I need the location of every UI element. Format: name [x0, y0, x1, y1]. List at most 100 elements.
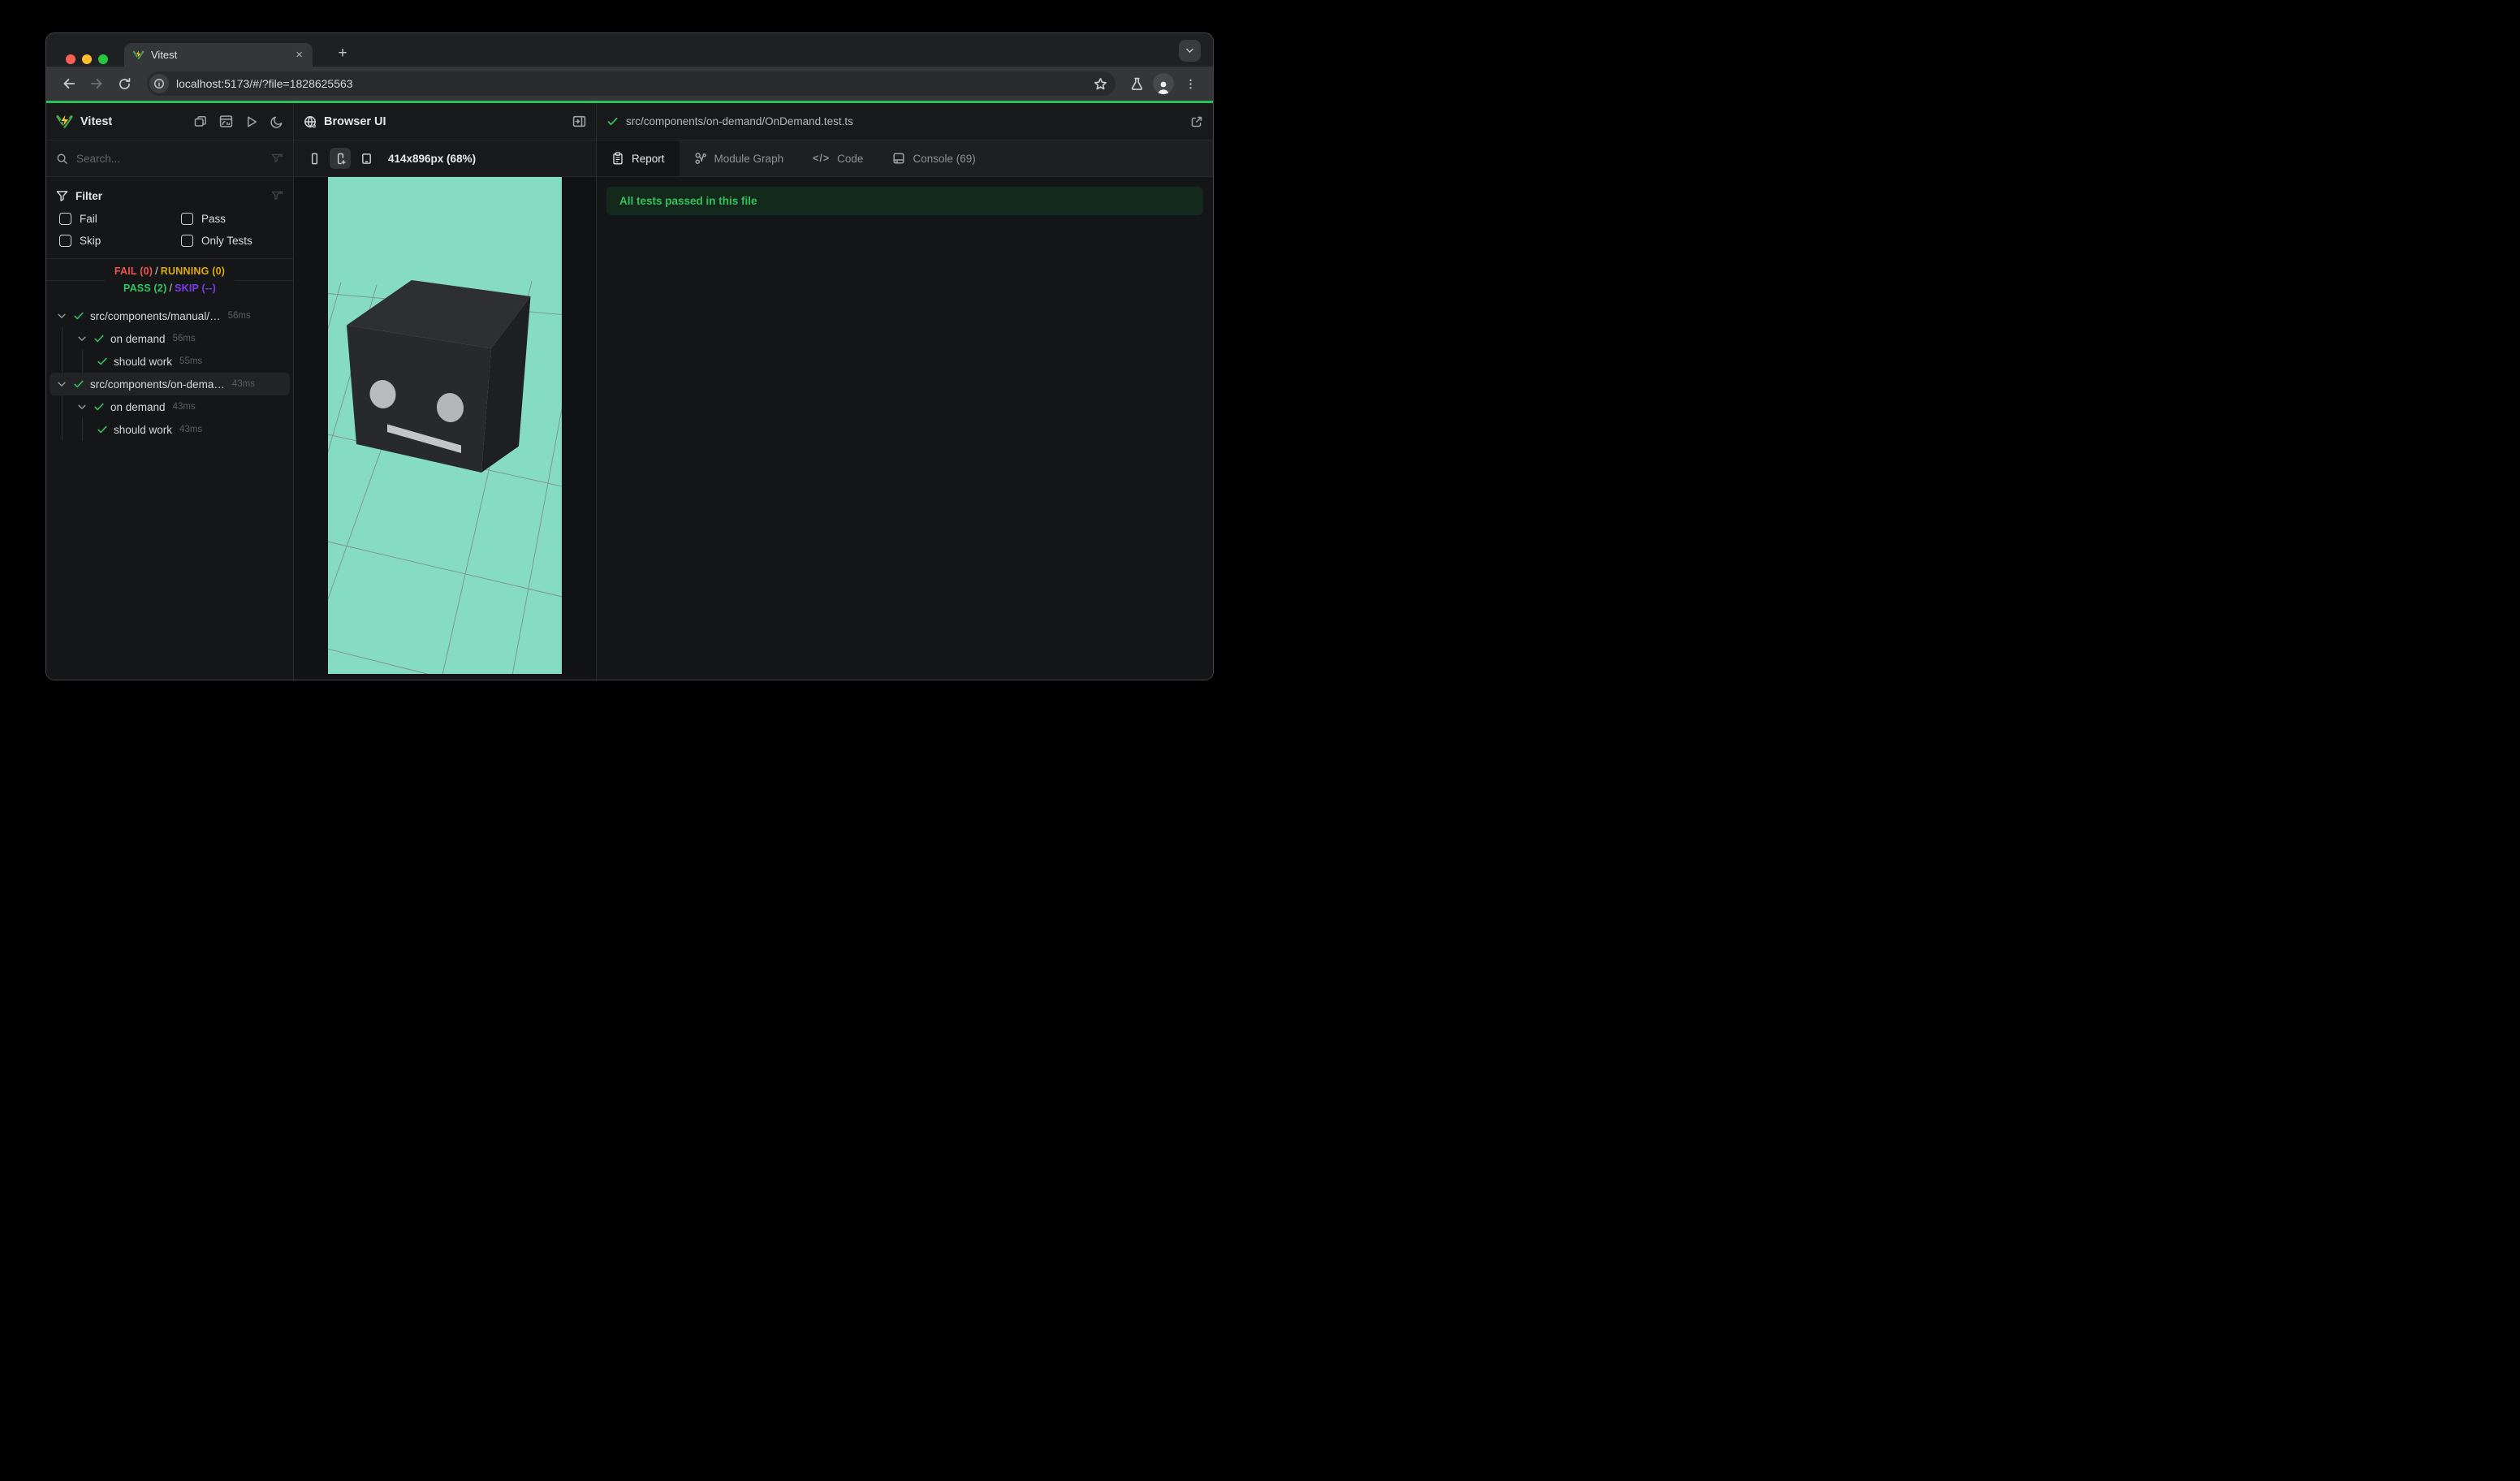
vitest-favicon	[132, 49, 145, 59]
tree-item-file-selected[interactable]: src/components/on-dema… 43ms	[50, 373, 290, 395]
experiments-button[interactable]	[1125, 72, 1148, 95]
external-link-icon	[1191, 116, 1202, 127]
flask-icon	[1131, 77, 1142, 90]
browser-ui-header: Browser UI	[294, 103, 596, 140]
report-panel: src/components/on-demand/OnDemand.test.t…	[597, 103, 1213, 680]
collapse-panels-button[interactable]	[194, 115, 207, 128]
filter-title: Filter	[76, 189, 103, 202]
pass-count: PASS (2)	[123, 283, 167, 294]
chevron-down-icon[interactable]	[56, 378, 67, 390]
clear-filter-icon[interactable]	[271, 190, 283, 202]
report-content: All tests passed in this file	[597, 177, 1213, 225]
panel-right-icon	[572, 115, 586, 127]
viewport-phone-button-active[interactable]	[330, 148, 351, 169]
tab-search-button[interactable]	[1179, 40, 1201, 62]
browser-tab-vitest[interactable]: Vitest ×	[124, 43, 313, 67]
search-bar[interactable]: Search...	[46, 140, 293, 177]
new-tab-button[interactable]: +	[332, 43, 353, 64]
clipboard-icon	[613, 152, 623, 165]
dock-panel-button[interactable]	[572, 114, 586, 128]
dashboard-icon	[219, 115, 233, 127]
reload-icon	[119, 77, 130, 89]
console-icon	[893, 153, 905, 164]
url-text: localhost:5173/#/?file=1828625563	[176, 77, 353, 90]
check-icon	[607, 117, 618, 126]
tree-item-suite[interactable]: on demand 43ms	[46, 395, 293, 418]
forward-button[interactable]	[85, 72, 108, 95]
chevron-down-icon	[1186, 48, 1193, 53]
browser-ui-panel: Browser UI 414x896px (68%)	[294, 103, 596, 680]
traffic-lights	[66, 54, 108, 64]
chevron-down-icon[interactable]	[76, 333, 88, 344]
tab-console[interactable]: Console (69)	[878, 140, 990, 176]
viewport-toolbar: 414x896px (68%)	[294, 140, 596, 177]
filter-checkbox-pass[interactable]: Pass	[181, 213, 293, 225]
viewport-tablet-button[interactable]	[356, 148, 377, 169]
robot-cube	[347, 280, 531, 473]
fail-count: FAIL (0)	[114, 266, 153, 277]
bookmark-star-icon[interactable]	[1094, 77, 1107, 91]
dashboard-button[interactable]	[219, 114, 233, 128]
minimize-window-button[interactable]	[82, 54, 92, 64]
test-scene-iframe[interactable]	[328, 177, 562, 674]
play-icon	[248, 116, 257, 127]
skip-count: SKIP (--)	[175, 283, 216, 294]
close-window-button[interactable]	[66, 54, 76, 64]
tablet-icon	[361, 153, 371, 164]
theme-toggle-button[interactable]	[270, 115, 283, 128]
check-icon	[97, 425, 107, 434]
tab-module-graph[interactable]: Module Graph	[680, 140, 799, 176]
back-button[interactable]	[58, 72, 80, 95]
sidebar: Vitest Search... Filter Fail Pass Skip O…	[46, 103, 293, 680]
tab-title: Vitest	[151, 49, 178, 61]
vitest-logo	[56, 113, 73, 128]
tab-code[interactable]: </> Code	[798, 140, 878, 176]
phone-plus-icon	[337, 153, 346, 164]
open-external-button[interactable]	[1190, 115, 1203, 128]
preview-area	[294, 177, 596, 680]
sidebar-header: Vitest	[46, 103, 293, 140]
search-input[interactable]: Search...	[76, 153, 271, 165]
url-bar[interactable]: localhost:5173/#/?file=1828625563	[147, 71, 1115, 96]
checkbox[interactable]	[59, 235, 71, 247]
checkbox[interactable]	[59, 213, 71, 225]
test-file-path: src/components/on-demand/OnDemand.test.t…	[626, 115, 853, 127]
site-info-button[interactable]	[149, 74, 169, 93]
filter-checkbox-only-tests[interactable]: Only Tests	[181, 235, 293, 247]
tab-report[interactable]: Report	[597, 140, 680, 176]
windows-icon	[194, 115, 206, 127]
back-arrow-icon	[63, 79, 76, 89]
filter-panel: Filter Fail Pass Skip Only Tests	[46, 177, 293, 259]
profile-avatar[interactable]	[1153, 73, 1174, 94]
clear-filter-icon[interactable]	[271, 153, 283, 165]
checkbox[interactable]	[181, 213, 193, 225]
chevron-down-icon[interactable]	[56, 310, 67, 322]
check-icon	[94, 403, 104, 411]
chrome-menu-button[interactable]	[1179, 72, 1202, 95]
funnel-icon	[56, 190, 68, 201]
check-icon	[94, 335, 104, 343]
code-icon: </>	[813, 153, 831, 164]
phone-narrow-icon	[311, 153, 317, 164]
filter-checkbox-fail[interactable]: Fail	[59, 213, 181, 225]
tab-close-icon[interactable]: ×	[294, 49, 304, 61]
module-graph-icon	[694, 153, 706, 164]
chevron-down-icon[interactable]	[76, 401, 88, 412]
filter-checkbox-skip[interactable]: Skip	[59, 235, 181, 247]
test-summary: FAIL (0) / RUNNING (0) PASS (2) / SKIP (--)	[46, 259, 293, 301]
reload-button[interactable]	[113, 72, 136, 95]
check-icon	[74, 380, 84, 388]
viewport-small-button[interactable]	[304, 148, 325, 169]
report-tab-bar: Report Module Graph </> Code Console (69…	[597, 140, 1213, 177]
globe-icon	[304, 115, 316, 127]
tree-item-test[interactable]: should work 43ms	[46, 418, 293, 441]
kebab-menu-icon	[1189, 79, 1192, 89]
checkbox[interactable]	[181, 235, 193, 247]
run-all-button[interactable]	[245, 115, 258, 128]
tree-item-test[interactable]: should work 55ms	[46, 350, 293, 373]
browser-ui-title: Browser UI	[324, 114, 386, 128]
tree-item-suite[interactable]: on demand 56ms	[46, 327, 293, 350]
zoom-window-button[interactable]	[98, 54, 108, 64]
tree-item-file[interactable]: src/components/manual/… 56ms	[46, 304, 293, 327]
moon-icon	[270, 116, 283, 128]
